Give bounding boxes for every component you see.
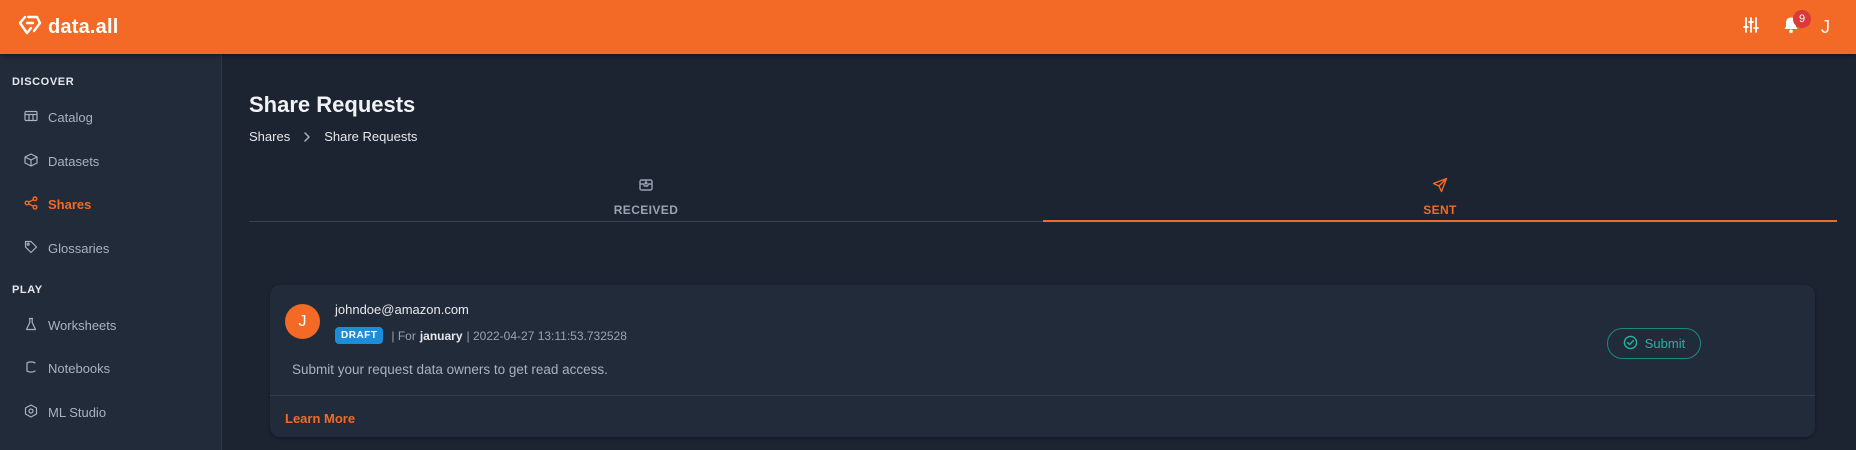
sidebar-item-label: Shares xyxy=(48,196,92,212)
sidebar-item-shares[interactable]: Shares xyxy=(24,192,91,216)
logo-icon xyxy=(18,13,42,42)
request-meta: DRAFT | For january | 2022-04-27 13:11:5… xyxy=(335,327,627,344)
request-timestamp: | 2022-04-27 13:11:53.732528 xyxy=(466,328,627,343)
share-icon xyxy=(24,195,48,213)
requester-email: johndoe@amazon.com xyxy=(335,302,469,317)
chevron-right-icon xyxy=(300,130,314,144)
tab-bar: RECEIVED SENT xyxy=(249,172,1837,222)
avatar: J xyxy=(285,304,320,339)
tab-label: SENT xyxy=(1423,202,1457,217)
card-divider xyxy=(270,395,1815,396)
app-logo[interactable]: data.all xyxy=(18,13,119,42)
ml-icon xyxy=(24,403,48,421)
notebook-icon xyxy=(24,360,48,377)
inbox-icon xyxy=(638,177,654,203)
sliders-icon xyxy=(1742,16,1760,39)
tab-sent[interactable]: SENT xyxy=(1043,172,1837,222)
top-bar: data.all 9 J xyxy=(0,0,1856,54)
user-menu[interactable]: J xyxy=(1821,17,1830,38)
sidebar: DISCOVER Catalog Datasets Shares Glossar… xyxy=(0,54,222,450)
flask-icon xyxy=(24,317,48,334)
submit-label: Submit xyxy=(1644,336,1686,351)
catalog-icon xyxy=(24,109,48,126)
sidebar-item-label: Catalog xyxy=(48,109,93,125)
tab-received[interactable]: RECEIVED xyxy=(249,172,1043,221)
section-title-discover: DISCOVER xyxy=(12,76,75,88)
settings-button[interactable] xyxy=(1731,7,1771,47)
request-description: Submit your request data owners to get r… xyxy=(292,362,608,377)
page-title: Share Requests xyxy=(249,92,416,117)
sidebar-item-datasets[interactable]: Datasets xyxy=(24,149,99,173)
request-target: january xyxy=(419,328,463,343)
breadcrumb-share-requests: Share Requests xyxy=(324,129,418,144)
logo-text: data.all xyxy=(48,15,119,38)
sidebar-item-catalog[interactable]: Catalog xyxy=(24,105,93,129)
sidebar-item-label: Notebooks xyxy=(48,360,111,376)
sidebar-item-label: ML Studio xyxy=(48,404,107,420)
notifications-button[interactable]: 9 xyxy=(1771,7,1811,47)
send-icon xyxy=(1432,177,1448,203)
sidebar-item-notebooks[interactable]: Notebooks xyxy=(24,356,110,380)
learn-more-link[interactable]: Learn More xyxy=(285,411,355,426)
breadcrumb: Shares Share Requests xyxy=(249,129,417,144)
sidebar-item-worksheets[interactable]: Worksheets xyxy=(24,313,116,337)
sidebar-item-label: Datasets xyxy=(48,153,100,169)
status-badge: DRAFT xyxy=(335,327,384,344)
sidebar-item-ml-studio[interactable]: ML Studio xyxy=(24,400,106,424)
section-title-play: PLAY xyxy=(12,284,43,296)
sidebar-item-label: Worksheets xyxy=(48,317,117,333)
top-actions: 9 J xyxy=(1731,0,1856,54)
sidebar-item-glossaries[interactable]: Glossaries xyxy=(24,236,109,260)
check-circle-icon xyxy=(1623,335,1645,353)
submit-button[interactable]: Submit xyxy=(1607,328,1701,359)
breadcrumb-shares[interactable]: Shares xyxy=(249,129,290,144)
tag-icon xyxy=(24,240,48,257)
sidebar-item-label: Glossaries xyxy=(48,240,110,256)
for-prefix: | For xyxy=(391,328,416,343)
share-request-card: J johndoe@amazon.com DRAFT | For january… xyxy=(270,285,1815,437)
notification-badge: 9 xyxy=(1793,10,1811,28)
tab-label: RECEIVED xyxy=(613,202,679,217)
cube-icon xyxy=(24,152,48,170)
